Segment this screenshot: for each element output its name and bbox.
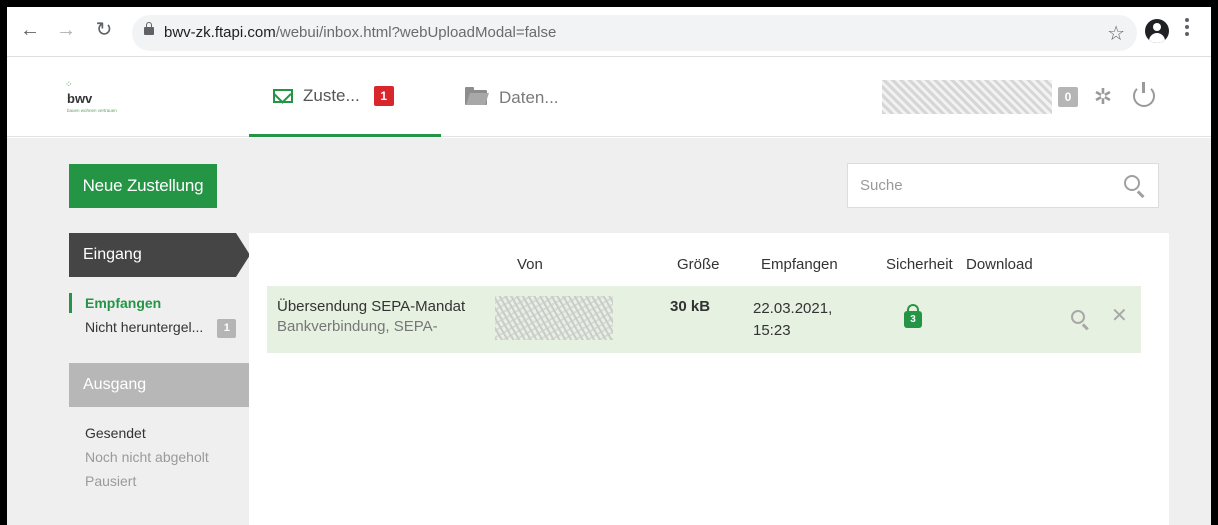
tab-zustellungen[interactable]: Zuste... 1 <box>249 58 441 137</box>
envelope-icon <box>273 89 293 103</box>
sidebar-section-eingang[interactable]: Eingang <box>69 233 250 277</box>
sidebar-item-label: Gesendet <box>85 425 146 441</box>
forward-arrow-icon[interactable]: → <box>53 17 79 43</box>
sidebar-item-noch-nicht-abgeholt[interactable]: Noch nicht abgeholt <box>69 445 249 469</box>
sidebar-item-gesendet[interactable]: Gesendet <box>69 421 249 445</box>
column-header-empfangen[interactable]: Empfangen <box>761 256 838 273</box>
column-header-von[interactable]: Von <box>517 256 543 273</box>
notification-badge[interactable]: 0 <box>1058 87 1078 107</box>
message-preview: Bankverbindung, SEPA- <box>277 318 438 335</box>
unread-badge: 1 <box>373 86 394 106</box>
lock-icon <box>144 22 154 35</box>
tab-label: Zuste... <box>303 86 360 105</box>
close-icon[interactable]: ✕ <box>1111 306 1131 326</box>
security-lock-icon: 3 <box>904 304 922 328</box>
url-host: bwv-zk.ftapi.com <box>164 24 276 41</box>
received-day: 22.03.2021, <box>753 300 833 317</box>
tab-datenraeume[interactable]: Daten... <box>465 58 595 137</box>
sidebar-item-label: Empfangen <box>85 295 162 311</box>
table-row[interactable]: Übersendung SEPA-Mandat Bankverbindung, … <box>267 286 1141 353</box>
search-box <box>847 163 1159 208</box>
browser-toolbar: ← → ↻ bwv-zk.ftapi.com/webui/inbox.html?… <box>7 7 1211 57</box>
app-header: ⁘ bwv bauen wohnen vertrauen Zuste... 1 … <box>7 58 1211 137</box>
browser-window: ← → ↻ bwv-zk.ftapi.com/webui/inbox.html?… <box>7 7 1211 525</box>
logo-dots-icon: ⁘ <box>65 79 74 89</box>
reload-icon[interactable]: ↻ <box>91 17 117 43</box>
sidebar: Eingang Empfangen Nicht heruntergel... 1 … <box>69 233 250 493</box>
count-badge: 1 <box>217 318 237 338</box>
logo[interactable]: ⁘ bwv bauen wohnen vertrauen <box>65 80 145 118</box>
folder-icon <box>465 87 487 105</box>
gear-icon[interactable]: ✲ <box>1093 86 1113 108</box>
file-size: 30 kB <box>670 298 711 315</box>
search-icon[interactable] <box>1124 175 1140 191</box>
message-table: Von Größe Empfangen Sicherheit Download … <box>249 233 1169 525</box>
outgoing-list: Gesendet Noch nicht abgeholt Pausiert <box>69 407 249 493</box>
incoming-list: Empfangen Nicht heruntergel... 1 <box>69 277 249 349</box>
column-header-download[interactable]: Download <box>966 256 1033 273</box>
power-icon[interactable] <box>1133 82 1155 107</box>
content-area: Neue Zustellung Eingang Empfangen Nicht … <box>7 138 1211 525</box>
sidebar-item-empfangen[interactable]: Empfangen <box>69 291 249 315</box>
account-icon[interactable] <box>1145 19 1169 43</box>
sidebar-item-pausiert[interactable]: Pausiert <box>69 469 249 493</box>
sidebar-item-label: Nicht heruntergel... <box>85 319 204 335</box>
back-arrow-icon[interactable]: ← <box>17 17 43 43</box>
tab-label: Daten... <box>499 87 559 107</box>
logo-text: bwv <box>67 91 93 106</box>
user-name-redacted[interactable] <box>882 80 1052 114</box>
column-header-sicherheit[interactable]: Sicherheit <box>886 256 953 273</box>
sidebar-item-label: Pausiert <box>85 473 137 489</box>
sidebar-item-label: Noch nicht abgeholt <box>85 449 209 465</box>
sidebar-section-ausgang[interactable]: Ausgang <box>69 363 249 407</box>
more-menu-icon[interactable] <box>1185 18 1189 39</box>
address-bar[interactable]: bwv-zk.ftapi.com/webui/inbox.html?webUpl… <box>132 15 1137 51</box>
preview-search-icon[interactable] <box>1071 310 1085 324</box>
sender-redacted <box>495 296 613 340</box>
received-date: 22.03.2021, 15:23 <box>753 298 832 342</box>
subject-cell: Übersendung SEPA-Mandat Bankverbindung, … <box>277 298 465 335</box>
security-level: 3 <box>904 311 922 328</box>
column-header-groesse[interactable]: Größe <box>677 256 720 273</box>
message-subject: Übersendung SEPA-Mandat <box>277 298 466 315</box>
url-path: /webui/inbox.html?webUploadModal=false <box>275 24 557 41</box>
search-input[interactable] <box>848 164 1108 207</box>
url-text: bwv-zk.ftapi.com/webui/inbox.html?webUpl… <box>164 24 556 41</box>
logo-subtitle: bauen wohnen vertrauen <box>67 108 117 113</box>
bookmark-star-icon[interactable]: ☆ <box>1107 21 1125 46</box>
received-time: 15:23 <box>753 322 791 339</box>
sidebar-item-nicht-heruntergeladen[interactable]: Nicht heruntergel... 1 <box>69 315 249 339</box>
new-delivery-button[interactable]: Neue Zustellung <box>69 164 217 208</box>
